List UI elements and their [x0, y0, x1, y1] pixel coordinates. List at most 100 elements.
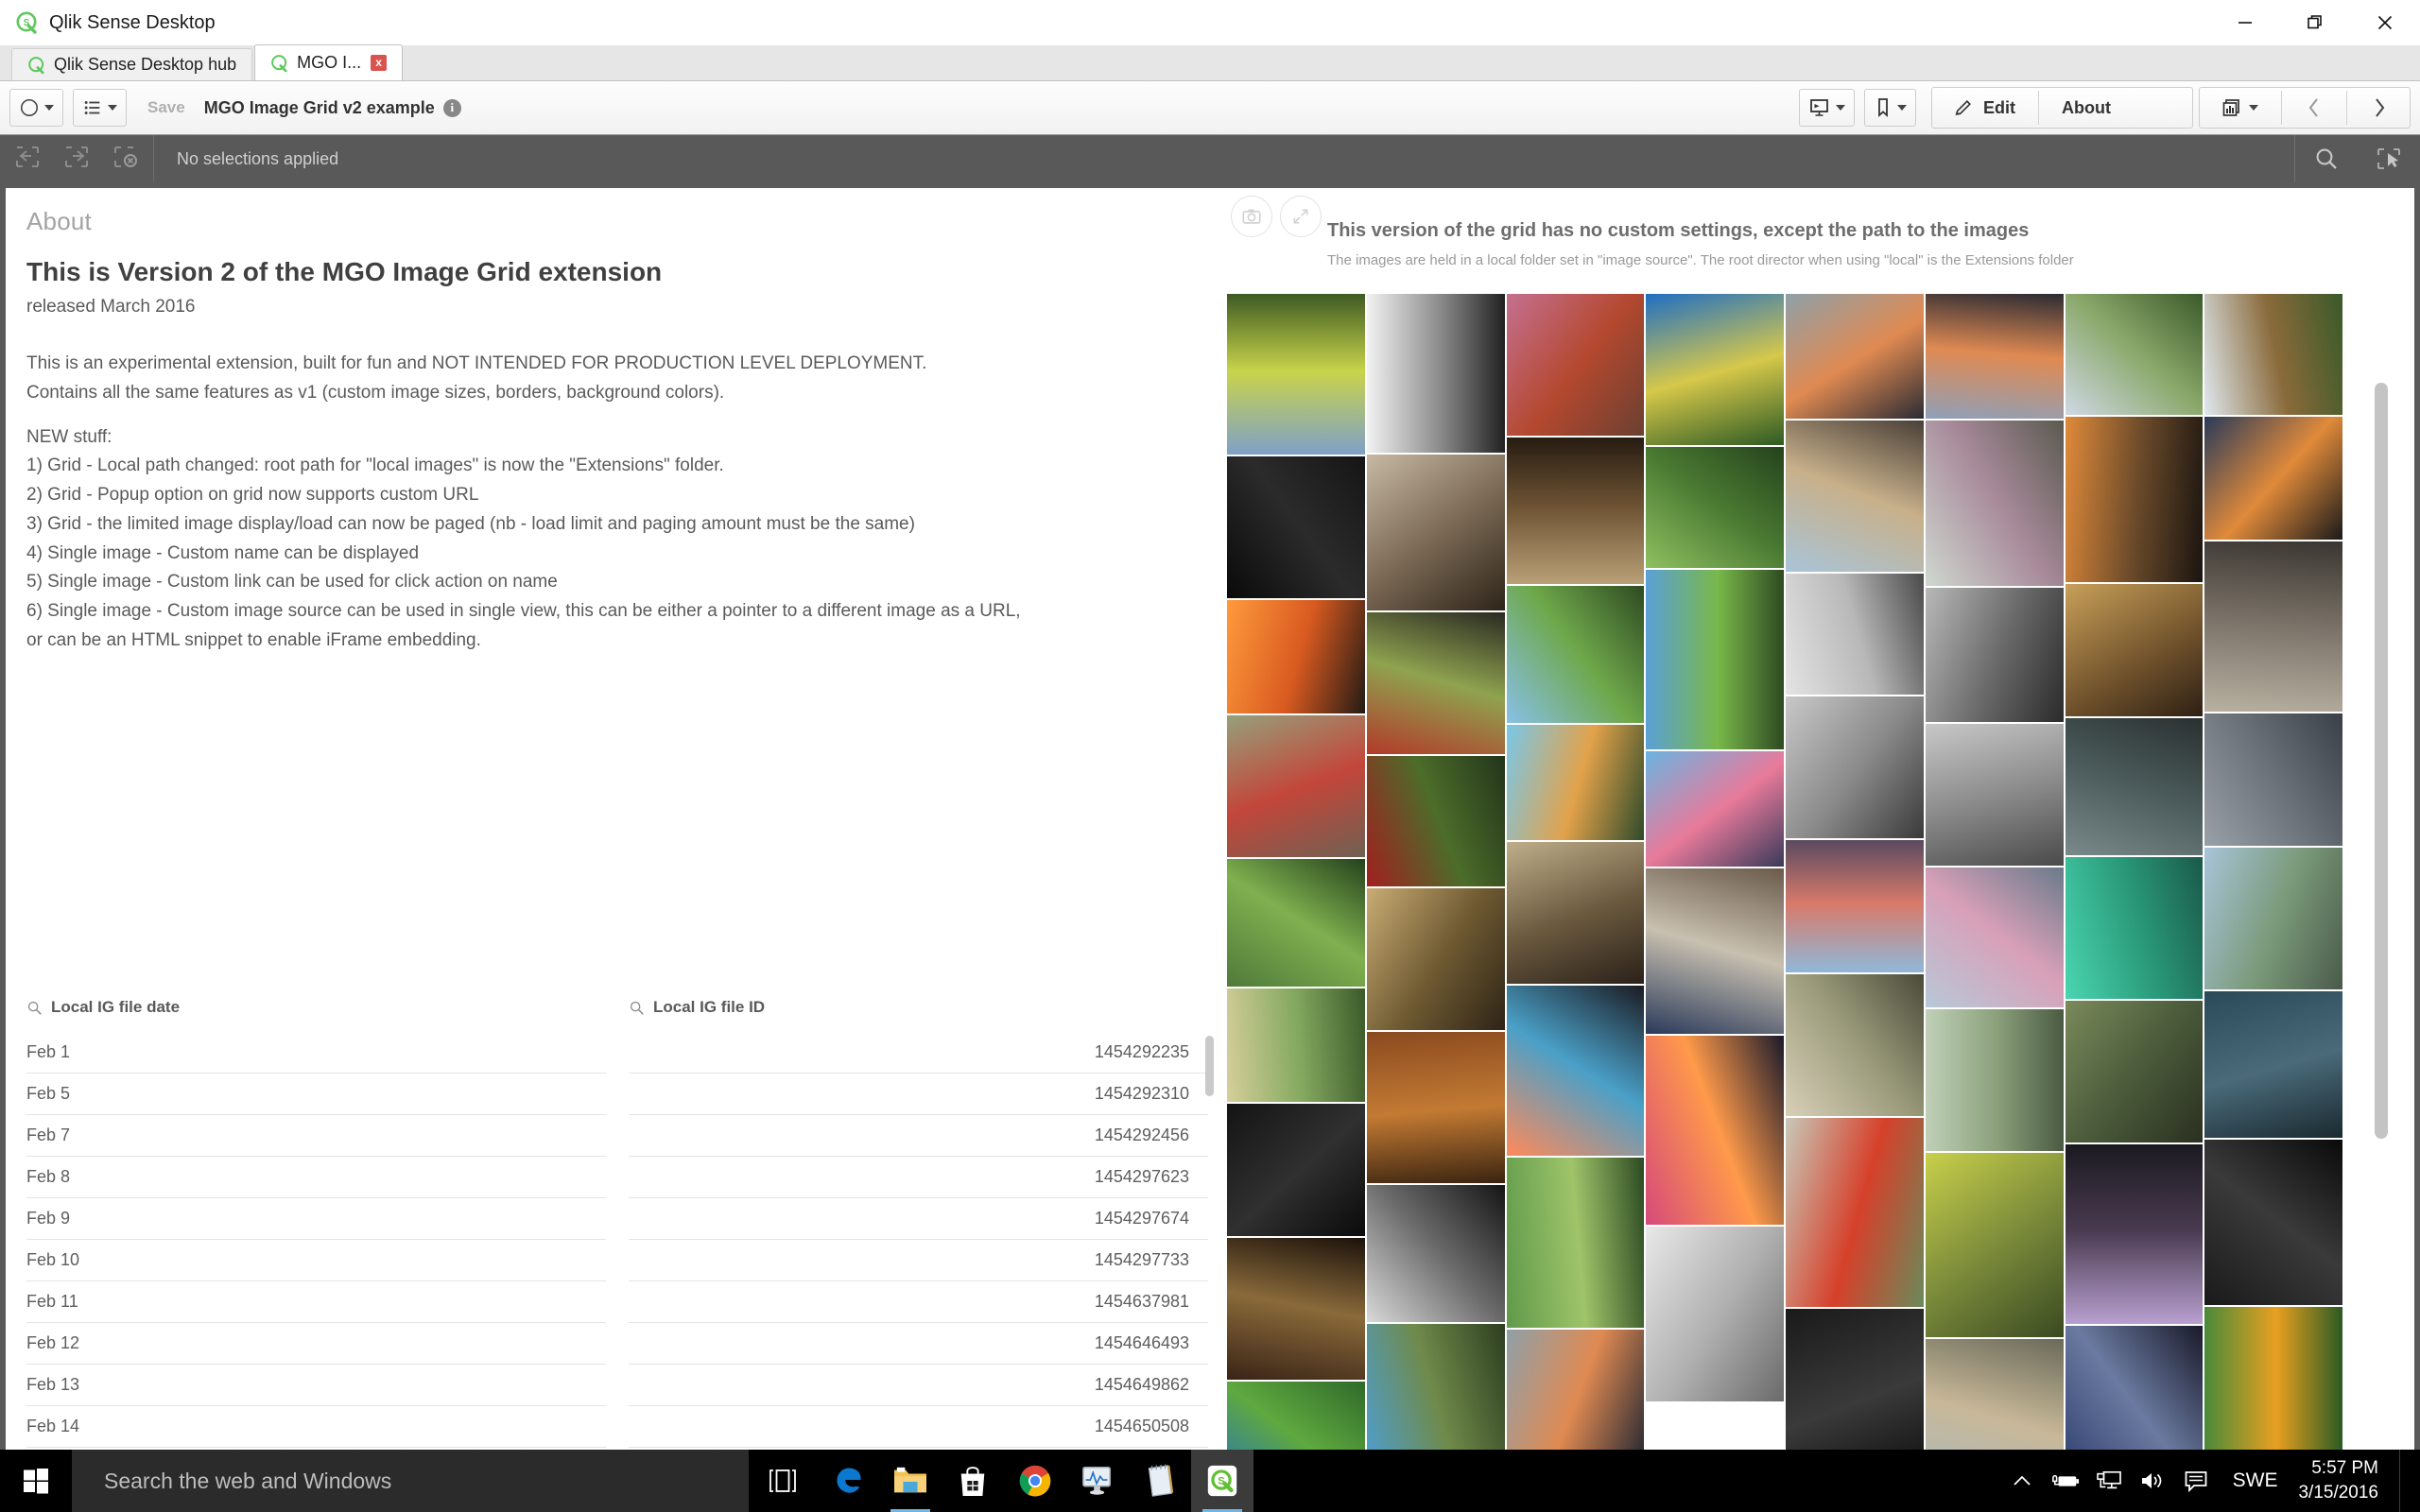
grid-image[interactable] — [1646, 751, 1784, 867]
grid-image[interactable] — [1506, 438, 1645, 584]
grid-image[interactable] — [2065, 1144, 2204, 1324]
close-icon[interactable] — [2350, 0, 2420, 45]
grid-image[interactable] — [1646, 1036, 1784, 1225]
grid-image[interactable] — [1366, 888, 1505, 1030]
camera-icon[interactable] — [1231, 196, 1272, 237]
list-item[interactable]: 1454292456 — [629, 1115, 1208, 1157]
grid-image[interactable] — [2204, 991, 2342, 1138]
info-icon[interactable]: i — [442, 98, 461, 117]
grid-image[interactable] — [1227, 1238, 1365, 1380]
grid-image[interactable] — [2204, 848, 2342, 989]
grid-image[interactable] — [2065, 417, 2204, 582]
grid-image[interactable] — [1227, 715, 1365, 857]
grid-image[interactable] — [1925, 868, 2064, 1007]
taskbar-item-notepad[interactable] — [1129, 1450, 1191, 1512]
tab-mgo-image-grid[interactable]: MGO I... x — [254, 44, 404, 80]
search-icon[interactable] — [2295, 135, 2358, 182]
grid-image[interactable] — [2204, 1140, 2342, 1305]
list-item[interactable]: Feb 5 — [26, 1074, 606, 1115]
grid-image[interactable] — [1786, 421, 1924, 572]
list-item[interactable]: 1454292235 — [629, 1032, 1208, 1074]
expand-icon[interactable] — [1280, 196, 1322, 237]
list-item[interactable]: Feb 14 — [26, 1406, 606, 1448]
grid-image[interactable] — [1786, 1309, 1924, 1450]
taskbar-item-chrome[interactable] — [1004, 1450, 1066, 1512]
grid-image[interactable] — [1506, 986, 1645, 1156]
grid-image[interactable] — [1786, 696, 1924, 838]
list-item[interactable]: Feb 13 — [26, 1365, 606, 1406]
taskbar-item-file-explorer[interactable] — [879, 1450, 942, 1512]
navigation-menu-button[interactable] — [9, 89, 63, 127]
grid-image[interactable] — [2065, 857, 2204, 999]
search-input[interactable]: Search the web and Windows — [72, 1450, 749, 1512]
sheet-picker-button[interactable] — [2200, 88, 2279, 128]
clear-selections-icon[interactable] — [112, 144, 140, 175]
grid-image[interactable] — [1366, 1032, 1505, 1183]
grid-image[interactable] — [1366, 612, 1505, 754]
grid-image[interactable] — [1925, 1009, 2064, 1151]
grid-image[interactable] — [1646, 570, 1784, 749]
restore-icon[interactable] — [2280, 0, 2350, 45]
battery-charging-icon[interactable] — [2044, 1450, 2087, 1512]
grid-image[interactable] — [1366, 455, 1505, 610]
sheet-list-button[interactable] — [73, 89, 127, 127]
taskbar-item-store[interactable] — [942, 1450, 1004, 1512]
grid-image[interactable] — [2204, 713, 2342, 846]
grid-image[interactable] — [1646, 447, 1784, 568]
grid-image[interactable] — [1506, 725, 1645, 840]
volume-icon[interactable] — [2131, 1450, 2174, 1512]
list-item[interactable]: 1454297674 — [629, 1198, 1208, 1240]
grid-image[interactable] — [1925, 724, 2064, 866]
edit-button[interactable]: Edit — [1932, 88, 2036, 128]
grid-image[interactable] — [1786, 574, 1924, 695]
prev-sheet-button[interactable] — [2284, 88, 2344, 128]
taskbar-item-edge[interactable] — [817, 1450, 879, 1512]
about-button[interactable]: About — [2041, 88, 2192, 128]
list-item[interactable]: Feb 12 — [26, 1323, 606, 1365]
grid-image[interactable] — [1366, 1185, 1505, 1322]
grid-image[interactable] — [1227, 600, 1365, 713]
language-indicator[interactable]: SWE — [2218, 1469, 2293, 1492]
grid-image[interactable] — [2204, 1307, 2342, 1450]
image-grid-scrollbar[interactable] — [2375, 383, 2388, 1139]
list-item[interactable]: 1454646493 — [629, 1323, 1208, 1365]
list-item[interactable]: Feb 11 — [26, 1281, 606, 1323]
grid-image[interactable] — [1646, 294, 1784, 445]
task-view-icon[interactable] — [749, 1450, 817, 1512]
grid-image[interactable] — [1786, 974, 1924, 1116]
grid-image[interactable] — [1227, 456, 1365, 598]
show-hidden-icons-icon[interactable] — [2000, 1450, 2044, 1512]
list-item[interactable]: 1454292310 — [629, 1074, 1208, 1115]
grid-image[interactable] — [1786, 840, 1924, 972]
tab-qlik-sense-desktop-hub[interactable]: Qlik Sense Desktop hub — [11, 48, 253, 80]
filter-pane-header[interactable]: Local IG file date — [26, 983, 606, 1032]
selection-back-icon[interactable] — [13, 144, 42, 175]
clock[interactable]: 5:57 PM 3/15/2016 — [2292, 1450, 2399, 1512]
list-item[interactable]: 1454297733 — [629, 1240, 1208, 1281]
grid-image[interactable] — [1227, 1104, 1365, 1236]
grid-image[interactable] — [1506, 1158, 1645, 1328]
grid-image[interactable] — [2204, 417, 2342, 540]
grid-image[interactable] — [1227, 859, 1365, 987]
grid-image[interactable] — [1227, 1382, 1365, 1450]
grid-image[interactable] — [1506, 1330, 1645, 1450]
grid-image[interactable] — [1506, 294, 1645, 436]
next-sheet-button[interactable] — [2349, 88, 2410, 128]
grid-image[interactable] — [2065, 1001, 2204, 1143]
list-item[interactable]: 1454650508 — [629, 1406, 1208, 1448]
taskbar-item-resource-monitor[interactable] — [1066, 1450, 1129, 1512]
grid-image[interactable] — [1925, 1339, 2064, 1450]
grid-image[interactable] — [1366, 1324, 1505, 1450]
grid-image[interactable] — [1227, 988, 1365, 1102]
grid-image[interactable] — [2204, 541, 2342, 712]
filter-pane-scrollbar[interactable] — [1205, 1036, 1214, 1096]
list-item[interactable]: Feb 9 — [26, 1198, 606, 1240]
windows-start-icon[interactable] — [0, 1450, 72, 1512]
grid-image[interactable] — [1925, 588, 2064, 722]
list-item[interactable]: Feb 7 — [26, 1115, 606, 1157]
list-item[interactable]: Feb 8 — [26, 1157, 606, 1198]
bookmarks-button[interactable] — [1864, 89, 1916, 127]
minimize-icon[interactable] — [2210, 0, 2280, 45]
network-icon[interactable] — [2087, 1450, 2131, 1512]
grid-image[interactable] — [1925, 421, 2064, 586]
